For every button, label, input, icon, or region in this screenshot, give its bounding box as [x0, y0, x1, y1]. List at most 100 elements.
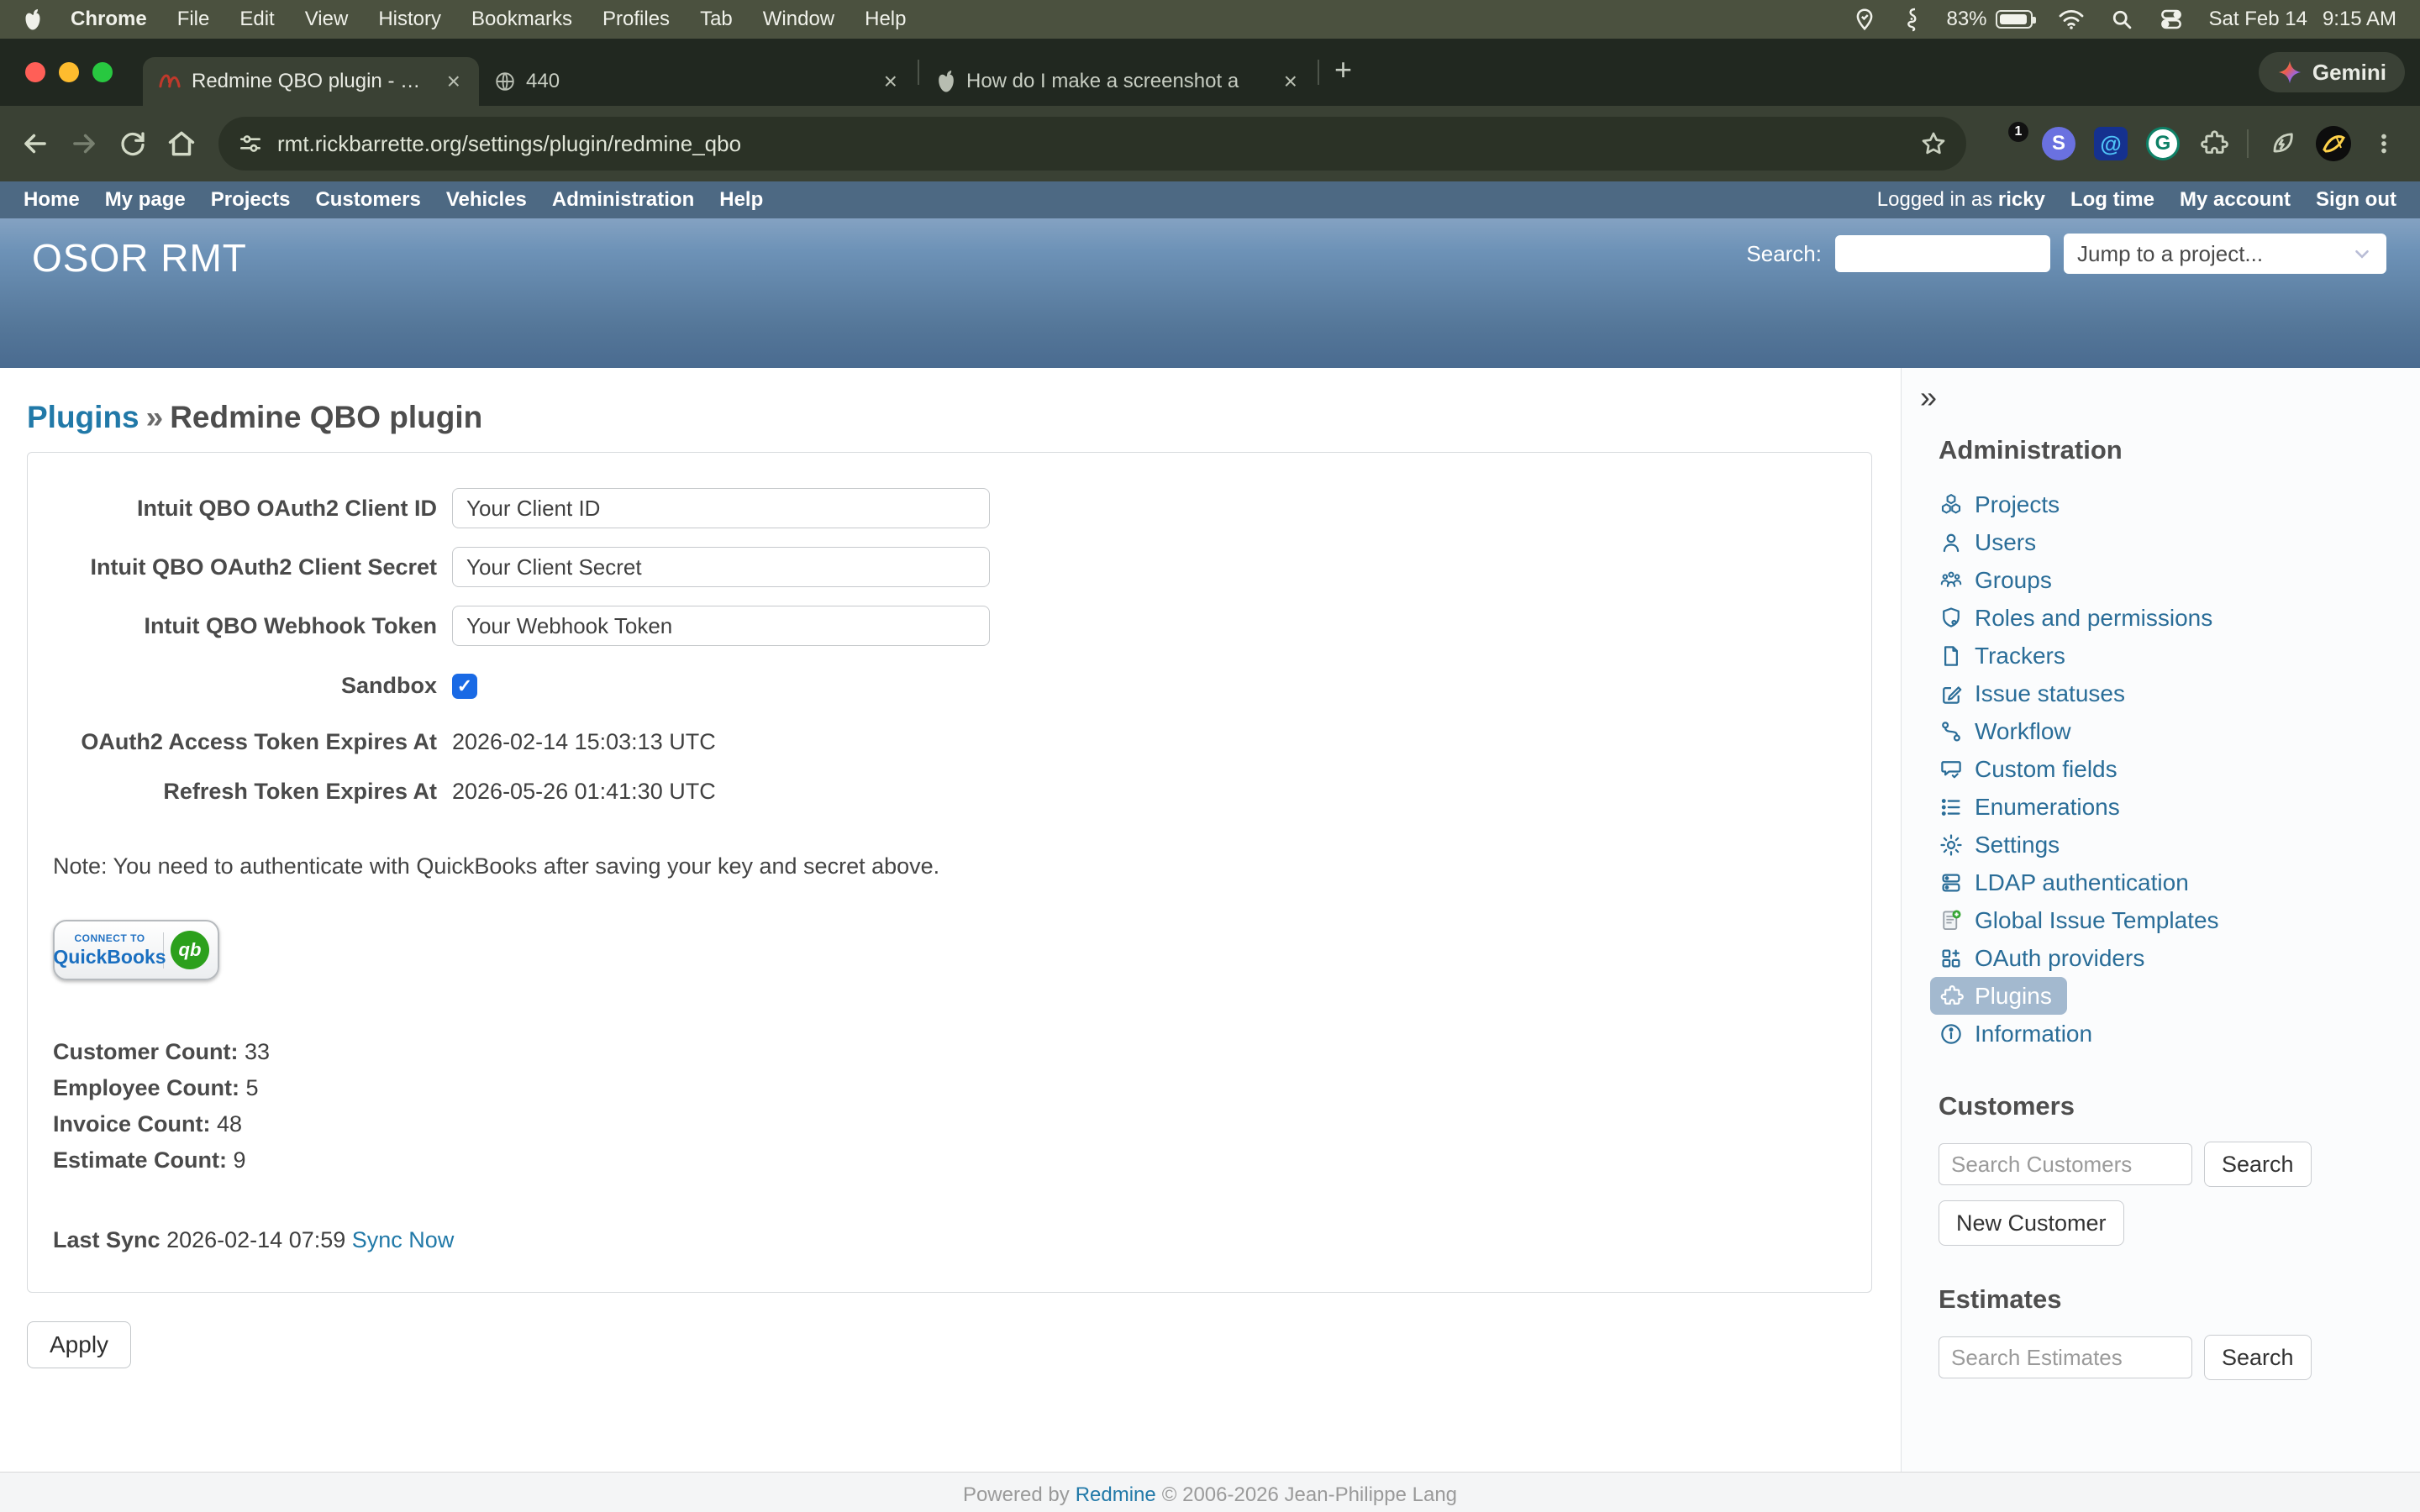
sidebar-item-label: Groups [1975, 567, 2052, 594]
jump-to-project-select[interactable]: Jump to a project... [2064, 234, 2386, 274]
close-tab-icon[interactable]: × [1281, 68, 1301, 95]
pencil-icon [1939, 681, 1964, 706]
extension-adblock-icon[interactable]: 1 [1990, 127, 2023, 160]
address-bar[interactable]: rmt.rickbarrette.org/settings/plugin/red… [218, 117, 1966, 171]
wifi-icon[interactable] [2058, 8, 2085, 30]
menubar-item-chrome[interactable]: Chrome [71, 8, 147, 31]
sidebar-item-global-issue-templates[interactable]: Global Issue Templates [1939, 901, 2403, 939]
profile-avatar[interactable] [2316, 126, 2351, 161]
menubar-item-file[interactable]: File [177, 8, 210, 31]
sidebar-item-trackers[interactable]: Trackers [1939, 637, 2403, 675]
webhook-token-field[interactable] [452, 606, 990, 646]
client-id-field[interactable] [452, 488, 990, 528]
reload-button[interactable] [114, 125, 151, 162]
search-estimates-input[interactable] [1939, 1336, 2192, 1378]
client-secret-field[interactable] [452, 547, 990, 587]
nav-projects[interactable]: Projects [211, 188, 291, 212]
nav-home[interactable]: Home [24, 188, 80, 212]
close-tab-icon[interactable]: × [444, 68, 464, 95]
extensions-area: 1 S @ G [1990, 126, 2398, 161]
sidebar-item-oauth-providers[interactable]: OAuth providers [1939, 939, 2403, 977]
nav-my-page[interactable]: My page [105, 188, 186, 212]
forward-button[interactable] [66, 125, 103, 162]
menubar-item-window[interactable]: Window [763, 8, 834, 31]
new-customer-button[interactable]: New Customer [1939, 1200, 2124, 1246]
search-customers-button[interactable]: Search [2204, 1142, 2312, 1187]
extension-grammarly-icon[interactable]: G [2146, 127, 2180, 160]
breadcrumb: Plugins»Redmine QBO plugin [27, 400, 1872, 435]
sync-stats: Customer Count: 33 Employee Count: 5 Inv… [53, 1034, 1838, 1179]
close-window-button[interactable] [25, 62, 45, 82]
menubar-item-tab[interactable]: Tab [700, 8, 733, 31]
connect-to-quickbooks-button[interactable]: CONNECT TO QuickBooks qb [53, 920, 219, 980]
spotlight-search-icon[interactable] [2110, 8, 2133, 31]
back-button[interactable] [17, 125, 54, 162]
sandbox-checkbox[interactable] [452, 674, 477, 699]
extension-letter: G [2155, 132, 2171, 155]
menubar-item-view[interactable]: View [305, 8, 349, 31]
sidebar-item-workflow[interactable]: Workflow [1939, 712, 2403, 750]
battery-indicator[interactable]: 83% [1946, 8, 2032, 31]
close-tab-icon[interactable]: × [881, 68, 901, 95]
nav-administration[interactable]: Administration [552, 188, 694, 212]
search-customers-input[interactable] [1939, 1143, 2192, 1185]
logged-in-username[interactable]: ricky [1998, 188, 2045, 211]
nav-my-account[interactable]: My account [2180, 188, 2291, 212]
tab-separator [918, 60, 919, 85]
menubar-item-history[interactable]: History [378, 8, 441, 31]
tab-screenshot-question[interactable]: How do I make a screenshot a × [921, 57, 1316, 106]
sidebar-item-projects[interactable]: Projects [1939, 486, 2403, 523]
header-search-input[interactable] [1835, 235, 2050, 272]
extension-s-icon[interactable]: S [2042, 127, 2075, 160]
extension-lock-icon[interactable]: @ [2094, 127, 2128, 160]
url-text[interactable]: rmt.rickbarrette.org/settings/plugin/red… [277, 131, 1906, 157]
nav-vehicles[interactable]: Vehicles [446, 188, 527, 212]
sidebar-item-ldap[interactable]: LDAP authentication [1939, 864, 2403, 901]
status-app-icon-2[interactable] [1902, 6, 1921, 33]
sidebar-item-plugins[interactable]: Plugins [1930, 977, 2067, 1015]
bookmark-star-icon[interactable] [1919, 129, 1948, 158]
status-app-icon-1[interactable] [1852, 7, 1877, 32]
gemini-chip[interactable]: Gemini [2259, 52, 2405, 92]
apple-menu-icon[interactable] [24, 8, 42, 31]
client-id-label: Intuit QBO OAuth2 Client ID [53, 496, 452, 522]
breadcrumb-plugins-link[interactable]: Plugins [27, 400, 139, 434]
tab-redmine-qbo[interactable]: Redmine QBO plugin - Plugins × [143, 57, 479, 106]
sidebar-item-label: Global Issue Templates [1975, 907, 2219, 934]
collapse-sidebar-icon[interactable]: » [1920, 380, 1937, 415]
sidebar-item-settings[interactable]: Settings [1939, 826, 2403, 864]
puzzle-icon [1939, 984, 1964, 1009]
nav-sign-out[interactable]: Sign out [2316, 188, 2396, 212]
extensions-puzzle-icon[interactable] [2198, 129, 2228, 159]
chrome-menu-kebab-icon[interactable] [2370, 129, 2398, 158]
search-estimates-button[interactable]: Search [2204, 1335, 2312, 1380]
minimize-window-button[interactable] [59, 62, 79, 82]
sidebar-item-users[interactable]: Users [1939, 523, 2403, 561]
nav-customers[interactable]: Customers [315, 188, 420, 212]
apply-button[interactable]: Apply [27, 1321, 131, 1368]
site-settings-icon[interactable] [237, 130, 264, 157]
sidebar-item-roles-permissions[interactable]: Roles and permissions [1939, 599, 2403, 637]
home-button[interactable] [163, 125, 200, 162]
control-center-icon[interactable] [2159, 7, 2184, 32]
sidebar-item-enumerations[interactable]: Enumerations [1939, 788, 2403, 826]
menubar-item-profiles[interactable]: Profiles [602, 8, 670, 31]
sidebar-item-issue-statuses[interactable]: Issue statuses [1939, 675, 2403, 712]
zoom-window-button[interactable] [92, 62, 113, 82]
sidebar-item-groups[interactable]: Groups [1939, 561, 2403, 599]
tab-440[interactable]: 440 × [479, 57, 916, 106]
new-tab-icon[interactable]: + [1321, 52, 1365, 92]
gemini-label: Gemini [2312, 60, 2386, 86]
sync-now-link[interactable]: Sync Now [352, 1227, 455, 1252]
menubar-item-help[interactable]: Help [865, 8, 906, 31]
sidebar-item-custom-fields[interactable]: Custom fields [1939, 750, 2403, 788]
nav-log-time[interactable]: Log time [2070, 188, 2154, 212]
menubar-item-edit[interactable]: Edit [239, 8, 274, 31]
nav-help[interactable]: Help [719, 188, 763, 212]
sidebar-item-information[interactable]: Information [1939, 1015, 2403, 1053]
battery-saver-icon[interactable] [2267, 129, 2297, 159]
sidebar-item-label: Settings [1975, 832, 2060, 858]
menubar-item-bookmarks[interactable]: Bookmarks [471, 8, 572, 31]
redmine-link[interactable]: Redmine [1076, 1483, 1156, 1507]
menubar-clock[interactable]: Sat Feb 14 9:15 AM [2209, 8, 2396, 31]
